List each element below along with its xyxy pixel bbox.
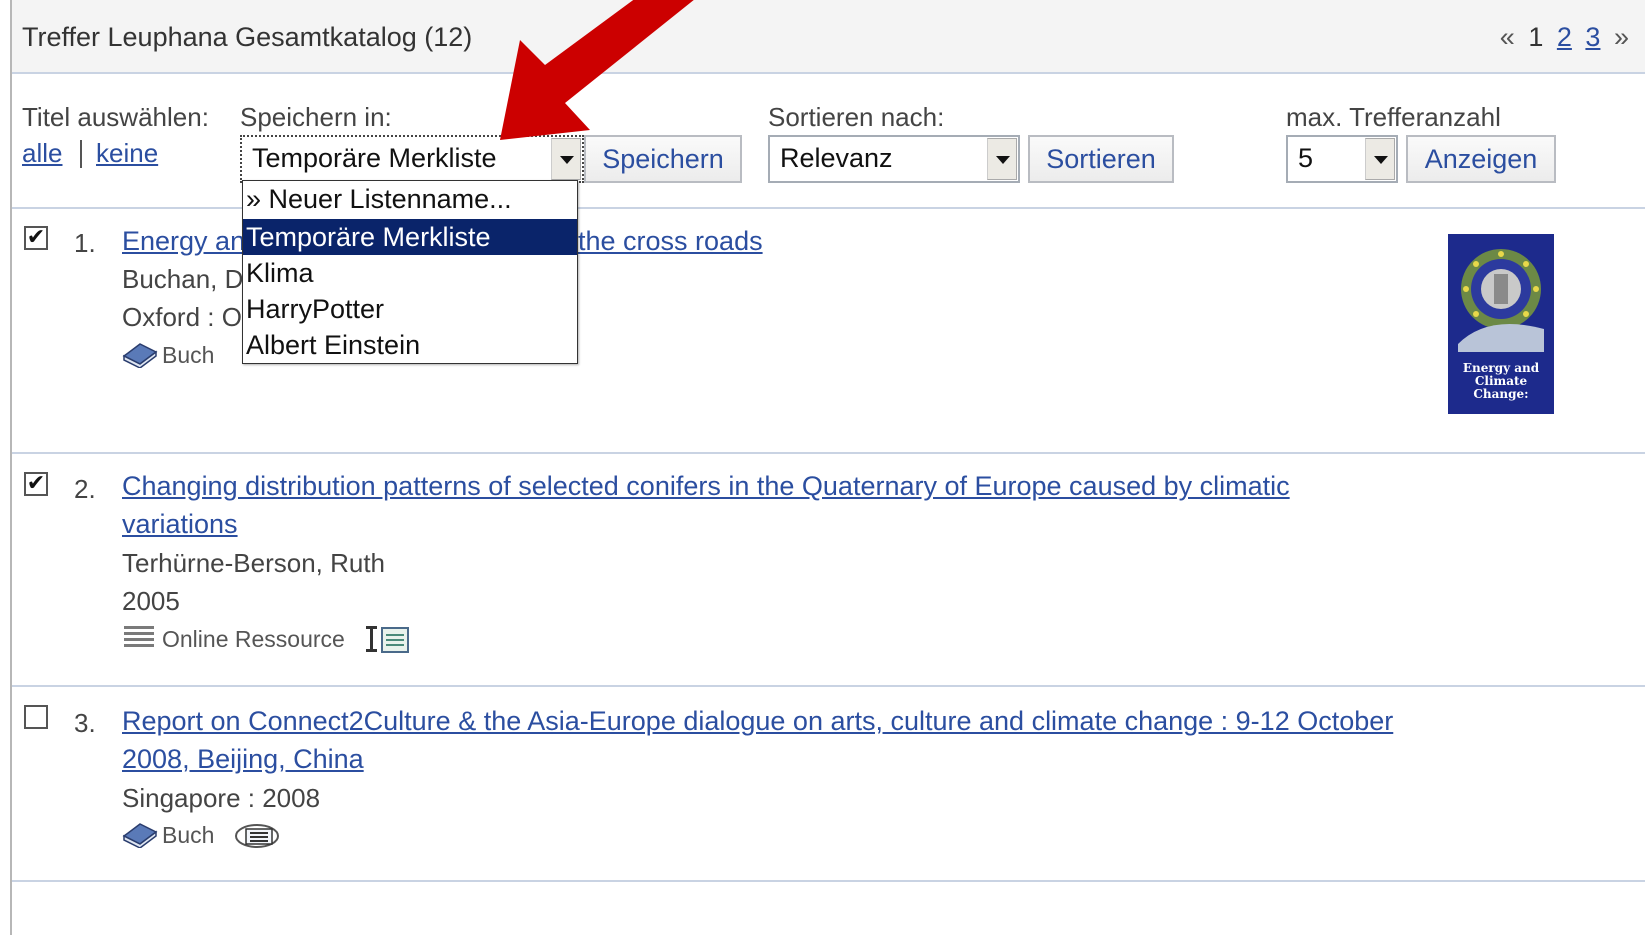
annotation-arrow-icon — [500, 0, 694, 140]
